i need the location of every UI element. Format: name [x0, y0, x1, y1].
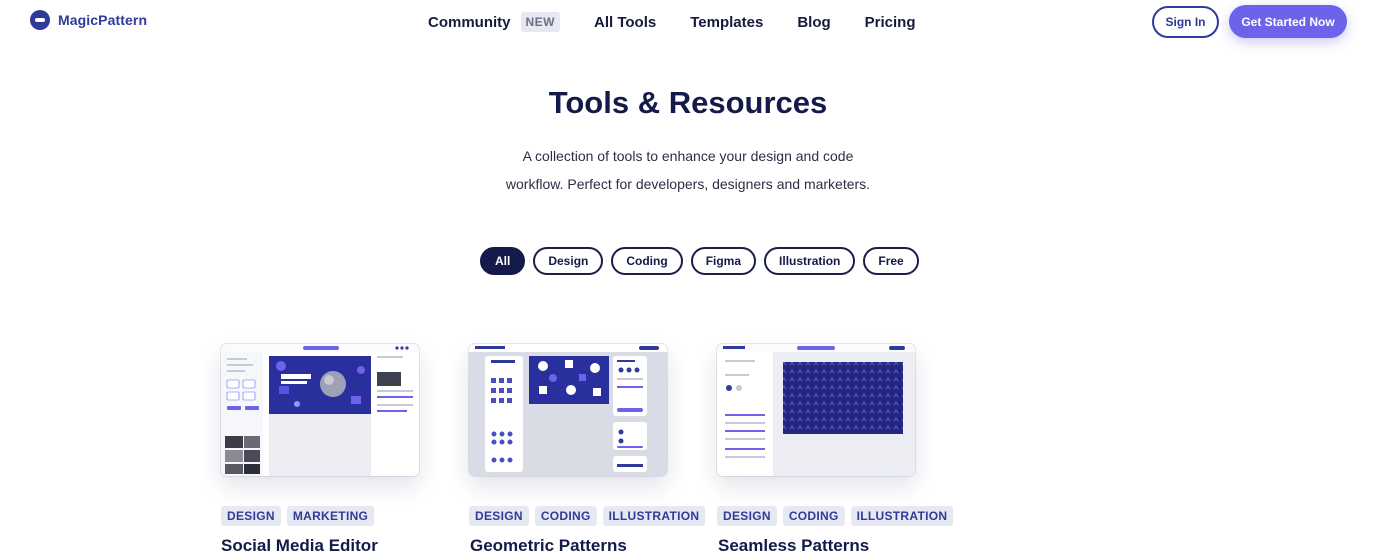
- sign-in-button[interactable]: Sign In: [1152, 6, 1219, 38]
- tag-design[interactable]: DESIGN: [469, 506, 529, 526]
- nav-blog[interactable]: Blog: [797, 14, 830, 31]
- main-menu: Community NEW All Tools Templates Blog P…: [428, 12, 916, 32]
- page-subtitle: A collection of tools to enhance your de…: [0, 142, 1376, 198]
- new-badge: NEW: [520, 12, 560, 32]
- tag-coding[interactable]: CODING: [782, 506, 845, 526]
- tag-design[interactable]: DESIGN: [717, 506, 777, 526]
- logo-text: MagicPattern: [58, 12, 148, 28]
- get-started-button[interactable]: Get Started Now: [1229, 5, 1347, 38]
- social-media-editor-preview: [221, 344, 419, 476]
- card-title-seamless-patterns[interactable]: Seamless Patterns: [718, 536, 869, 556]
- geometric-patterns-preview-image: [469, 344, 667, 476]
- filter-coding[interactable]: Coding: [611, 247, 683, 275]
- tool-card-seamless-patterns[interactable]: [717, 344, 917, 476]
- seamless-patterns-preview: [717, 344, 915, 476]
- subtitle-line-2: workflow. Perfect for developers, design…: [505, 176, 871, 192]
- card-tags: DESIGN MARKETING: [221, 506, 375, 526]
- magicpattern-logo-icon: [30, 10, 50, 30]
- tag-design[interactable]: DESIGN: [221, 506, 281, 526]
- card-title-geometric-patterns[interactable]: Geometric Patterns: [470, 536, 627, 556]
- nav-community-label: Community: [428, 13, 511, 31]
- tool-card-geometric-patterns[interactable]: [469, 344, 669, 476]
- category-filters: All Design Coding Figma Illustration Fre…: [480, 247, 919, 275]
- card-tags: DESIGN CODING ILLUSTRATION: [469, 506, 706, 526]
- top-navigation: MagicPattern Community NEW All Tools Tem…: [0, 0, 1400, 42]
- logo-link[interactable]: MagicPattern: [30, 10, 147, 30]
- nav-pricing[interactable]: Pricing: [865, 14, 916, 31]
- subtitle-line-1: A collection of tools to enhance your de…: [522, 148, 854, 164]
- card-tags: DESIGN CODING ILLUSTRATION: [717, 506, 954, 526]
- filter-illustration[interactable]: Illustration: [764, 247, 856, 275]
- tag-illustration[interactable]: ILLUSTRATION: [602, 506, 706, 526]
- page-title: Tools & Resources: [548, 85, 828, 120]
- filter-free[interactable]: Free: [863, 247, 919, 275]
- filter-design[interactable]: Design: [533, 247, 604, 275]
- nav-templates[interactable]: Templates: [690, 14, 763, 31]
- nav-all-tools[interactable]: All Tools: [594, 14, 656, 31]
- tool-card-social-media-editor[interactable]: [221, 344, 421, 476]
- filter-figma[interactable]: Figma: [690, 247, 757, 275]
- seamless-patterns-preview-image: [717, 344, 915, 476]
- filter-all[interactable]: All: [480, 247, 526, 275]
- tag-marketing[interactable]: MARKETING: [286, 506, 375, 526]
- nav-community[interactable]: Community NEW: [428, 12, 560, 32]
- social-media-editor-preview-image: [221, 344, 419, 476]
- geometric-patterns-preview: [469, 344, 667, 476]
- tag-illustration[interactable]: ILLUSTRATION: [850, 506, 954, 526]
- tag-coding[interactable]: CODING: [534, 506, 597, 526]
- card-title-social-media-editor[interactable]: Social Media Editor: [221, 536, 378, 556]
